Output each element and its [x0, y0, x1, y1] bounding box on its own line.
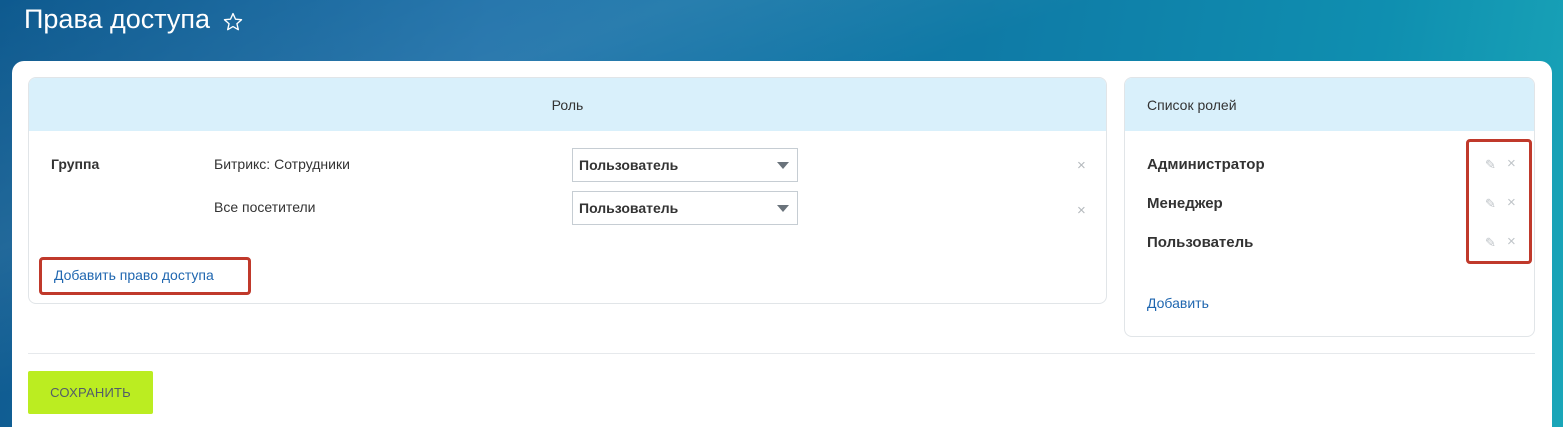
edit-pencil-icon[interactable]: ✎ [1485, 196, 1496, 212]
delete-x-icon[interactable]: × [1507, 194, 1516, 211]
delete-x-icon[interactable]: × [1507, 155, 1516, 172]
role-select-value: Пользователь [579, 157, 679, 173]
edit-pencil-icon[interactable]: ✎ [1485, 157, 1496, 173]
role-item-administrator[interactable]: Администратор [1147, 156, 1265, 173]
star-icon[interactable] [222, 9, 244, 31]
add-role-link[interactable]: Добавить [1147, 295, 1209, 311]
page-title: Права доступа [24, 4, 244, 35]
chevron-down-icon [777, 205, 789, 212]
access-row: Все посетители Пользователь × [29, 191, 1106, 225]
access-row: Группа Битрикс: Сотрудники Пользователь … [29, 148, 1106, 182]
delete-x-icon[interactable]: × [1507, 233, 1516, 250]
remove-access-icon[interactable]: × [1077, 157, 1086, 174]
role-select[interactable]: Пользователь [572, 191, 798, 225]
chevron-down-icon [777, 162, 789, 169]
add-access-highlight: Добавить право доступа [39, 257, 251, 295]
roles-list-title: Список ролей [1147, 96, 1237, 113]
workarea: Роль Группа Битрикс: Сотрудники Пользова… [12, 61, 1552, 427]
access-rights-panel: Роль Группа Битрикс: Сотрудники Пользова… [28, 77, 1107, 304]
role-column-header: Роль [29, 78, 1106, 131]
role-select[interactable]: Пользователь [572, 148, 798, 182]
edit-pencil-icon[interactable]: ✎ [1485, 235, 1496, 251]
access-entity-name: Все посетители [214, 199, 316, 215]
role-column-title: Роль [551, 96, 584, 113]
remove-access-icon[interactable]: × [1077, 202, 1086, 219]
roles-list-panel: Список ролей Администратор Менеджер Поль… [1124, 77, 1535, 337]
page-title-text: Права доступа [24, 4, 211, 34]
role-item-user[interactable]: Пользователь [1147, 234, 1253, 251]
role-actions-highlight: ✎ × ✎ × ✎ × [1466, 139, 1532, 264]
group-label: Группа [51, 156, 100, 172]
role-item-manager[interactable]: Менеджер [1147, 195, 1223, 212]
role-select-value: Пользователь [579, 200, 679, 216]
divider [28, 353, 1535, 354]
roles-list-header: Список ролей [1125, 78, 1534, 131]
save-button[interactable]: СОХРАНИТЬ [28, 371, 153, 414]
add-access-link[interactable]: Добавить право доступа [54, 267, 214, 283]
access-entity-name: Битрикс: Сотрудники [214, 156, 350, 172]
